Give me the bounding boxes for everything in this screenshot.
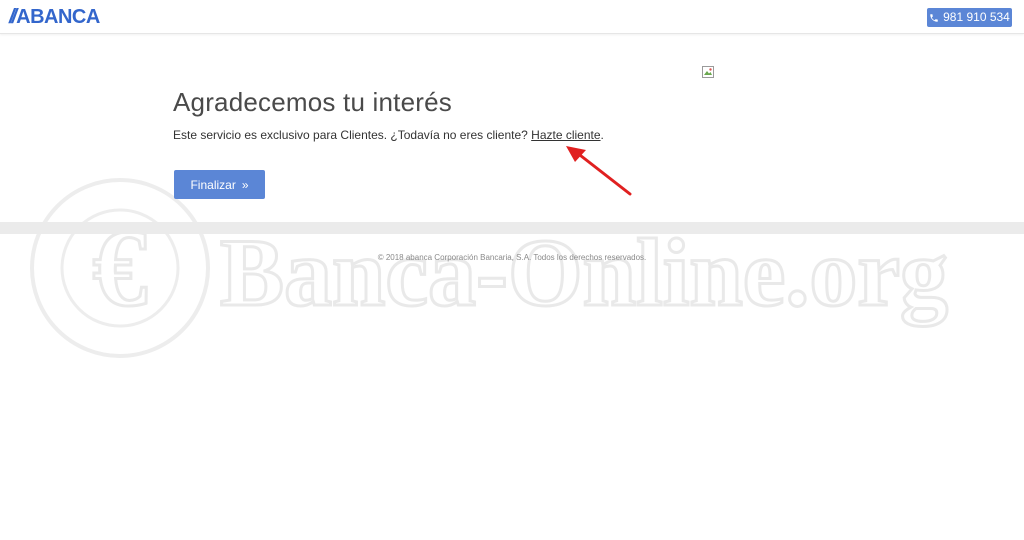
double-chevron-right-icon: » [241, 177, 249, 192]
red-arrow-icon [566, 146, 632, 196]
watermark-circle [30, 178, 210, 358]
broken-image-icon [702, 66, 714, 78]
footer-copyright: © 2018 abanca Corporación Bancaria, S.A.… [377, 253, 647, 262]
logo-text: ABANCA [16, 6, 100, 28]
message-text: Este servicio es exclusivo para Clientes… [173, 128, 532, 142]
header: //ABANCA 981 910 534 [0, 0, 1024, 34]
exclusive-service-message: Este servicio es exclusivo para Clientes… [173, 127, 604, 143]
page-title: Agradecemos tu interés [173, 87, 452, 117]
abanca-logo[interactable]: //ABANCA [9, 6, 100, 28]
watermark-text: Banca-Online.org [220, 219, 948, 326]
divider-band [0, 222, 1024, 234]
phone-number: 981 910 534 [943, 10, 1010, 24]
phone-icon [929, 13, 939, 23]
logo-slashes: // [9, 6, 17, 28]
phone-button[interactable]: 981 910 534 [927, 8, 1012, 27]
page: € Banca-Online.org //ABANCA 981 910 534 … [0, 0, 1024, 540]
finalizar-label: Finalizar [190, 177, 236, 192]
finalizar-button[interactable]: Finalizar » [174, 170, 265, 199]
watermark: € Banca-Online.org [30, 178, 950, 358]
